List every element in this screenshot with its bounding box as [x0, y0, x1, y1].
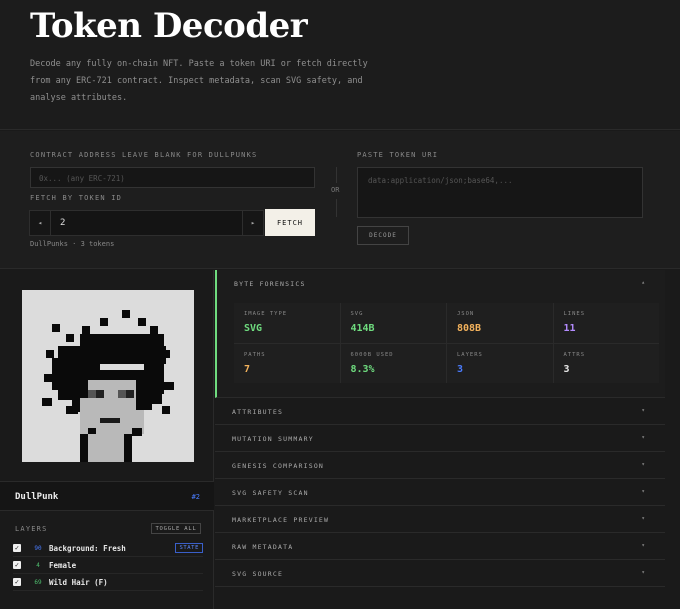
section-title: MUTATION SUMMARY — [232, 435, 314, 443]
stat-label: LINES — [563, 311, 586, 317]
token-uri-textarea[interactable]: data:application/json;base64,... — [357, 167, 643, 218]
chevron-down-icon: ▾ — [641, 434, 645, 441]
section-marketplace-preview[interactable]: MARKETPLACE PREVIEW ▾ — [215, 506, 665, 533]
token-panel: DullPunk #2 LAYERS TOGGLE ALL ✓ 90 Backg… — [0, 270, 214, 609]
chevron-down-icon: ▾ — [641, 461, 645, 468]
stat-label: ATTRS — [563, 351, 586, 358]
fetch-button[interactable]: FETCH — [265, 209, 315, 236]
fetch-form: CONTRACT ADDRESS LEAVE BLANK FOR DULLPUN… — [0, 131, 680, 269]
inspector-panel: BYTE FORENSICS ▴ IMAGE TYPE SVG SVG 414B J… — [215, 270, 680, 609]
layer-count: 4 — [36, 561, 40, 569]
checkbox-icon[interactable]: ✓ — [13, 561, 21, 569]
chevron-up-icon: ▴ — [641, 279, 645, 286]
toggle-all-button[interactable]: TOGGLE ALL — [151, 523, 201, 534]
layer-count: 69 — [34, 578, 42, 586]
section-title: ATTRIBUTES — [232, 408, 284, 416]
stat-cell: JSON 808B — [447, 303, 553, 343]
stat-value: 8.3% — [350, 363, 375, 375]
page-description: Decode any fully on-chain NFT. Paste a t… — [30, 59, 368, 103]
stat-value: SVG — [244, 323, 263, 334]
section-title: SVG SOURCE — [232, 570, 284, 578]
stats-grid: IMAGE TYPE SVG SVG 414B JSON 808B LINES 11 P… — [234, 303, 659, 383]
state-badge: STATE — [175, 543, 203, 553]
token-id-input[interactable]: 2 — [51, 210, 243, 236]
stat-cell: ATTRS 3 — [553, 343, 659, 383]
checkbox-icon[interactable]: ✓ — [13, 578, 21, 586]
layer-row[interactable]: ✓ 4 Female — [13, 557, 203, 574]
section-title: GENESIS COMPARISON — [232, 462, 325, 470]
chevron-down-icon: ▾ — [641, 569, 645, 576]
divider-bottom — [336, 199, 337, 217]
token-name-bar: DullPunk #2 — [0, 481, 214, 511]
section-raw-metadata[interactable]: RAW METADATA ▾ — [215, 533, 665, 560]
stat-cell: SVG 414B — [340, 303, 446, 343]
stat-label: 6000B USED — [350, 351, 394, 358]
layers-label: LAYERS — [15, 525, 48, 533]
stat-label: PATHS — [244, 351, 266, 358]
stat-label: LAYERS — [457, 351, 483, 358]
chevron-down-icon: ▾ — [641, 407, 645, 414]
layer-row[interactable]: ✓ 69 Wild Hair (F) — [13, 574, 203, 591]
layer-name: Background: Fresh — [49, 543, 126, 553]
token-id-badge: #2 — [191, 493, 200, 501]
stat-cell: 6000B USED 8.3% — [340, 343, 446, 383]
chevron-down-icon: ▾ — [641, 542, 645, 549]
section-title: SVG SAFETY SCAN — [232, 489, 309, 497]
stat-cell: LINES 11 — [553, 303, 659, 343]
layer-count: 90 — [34, 544, 42, 552]
or-label: OR — [331, 186, 340, 194]
stat-cell: PATHS 7 — [234, 343, 340, 383]
section-svg-source[interactable]: SVG SOURCE ▾ — [215, 560, 665, 587]
section-mutation-summary[interactable]: MUTATION SUMMARY ▾ — [215, 425, 665, 452]
layer-name: Female — [49, 560, 77, 570]
section-byte-forensics[interactable]: BYTE FORENSICS ▴ IMAGE TYPE SVG SVG 414B J… — [215, 270, 665, 398]
stat-value: 7 — [244, 363, 251, 375]
stat-value: 808B — [457, 323, 482, 334]
section-title: RAW METADATA — [232, 543, 294, 551]
stat-cell: IMAGE TYPE SVG — [234, 303, 340, 343]
page-title: Token Decoder — [30, 6, 308, 46]
layer-row[interactable]: ✓ 90 Background: Fresh STATE — [13, 540, 203, 557]
section-title: BYTE FORENSICS — [234, 280, 306, 288]
chevron-down-icon: ▾ — [641, 515, 645, 522]
collection-note: DullPunks · 3 tokens — [30, 240, 115, 248]
stat-value: 3 — [457, 363, 464, 375]
stat-cell: LAYERS 3 — [447, 343, 553, 383]
stat-value: 11 — [563, 323, 576, 334]
contract-address-label: CONTRACT ADDRESS LEAVE BLANK FOR DULLPUN… — [30, 151, 258, 159]
decode-button[interactable]: DECODE — [357, 226, 409, 245]
section-svg-safety-scan[interactable]: SVG SAFETY SCAN ▾ — [215, 479, 665, 506]
token-image — [22, 290, 194, 462]
prev-token-button[interactable]: ◂ — [29, 210, 51, 236]
stat-label: IMAGE TYPE — [244, 311, 288, 317]
chevron-down-icon: ▾ — [641, 488, 645, 495]
section-genesis-comparison[interactable]: GENESIS COMPARISON ▾ — [215, 452, 665, 479]
contract-address-input[interactable]: 0x... (any ERC-721) — [30, 167, 315, 188]
next-token-button[interactable]: ▸ — [242, 210, 264, 236]
stat-value: 414B — [350, 323, 375, 334]
stat-value: 3 — [563, 363, 570, 375]
hero: Token Decoder Decode any fully on-chain … — [0, 0, 680, 130]
stat-label: JSON — [457, 311, 475, 317]
section-title: MARKETPLACE PREVIEW — [232, 516, 330, 524]
checkbox-icon[interactable]: ✓ — [13, 544, 21, 552]
stat-label: SVG — [350, 311, 364, 317]
layer-name: Wild Hair (F) — [49, 577, 108, 587]
token-name: DullPunk — [15, 492, 59, 502]
punk-artwork — [22, 290, 194, 462]
section-attributes[interactable]: ATTRIBUTES ▾ — [215, 398, 665, 425]
fetch-by-id-label: FETCH BY TOKEN ID — [30, 194, 123, 202]
paste-uri-label: PASTE TOKEN URI — [357, 151, 439, 159]
divider-top — [336, 167, 337, 183]
